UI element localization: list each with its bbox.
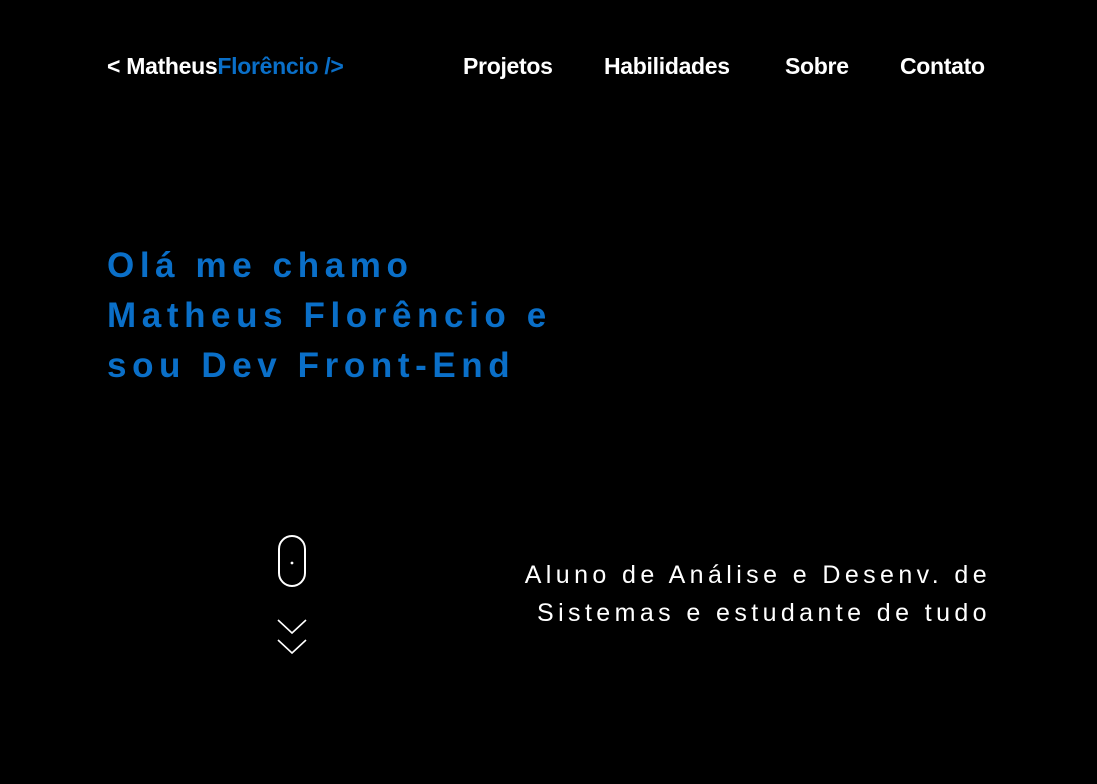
tagline-line: Aluno de Análise e Desenv. de bbox=[524, 561, 991, 589]
scroll-down-indicator[interactable] bbox=[277, 534, 307, 658]
main-nav: Projetos Habilidades Sobre Contato bbox=[0, 51, 1097, 81]
tagline-line: Sistemas e estudante de tudo bbox=[537, 599, 991, 627]
hero-line: Olá me chamo bbox=[107, 246, 414, 285]
nav-item-sobre[interactable]: Sobre bbox=[785, 51, 849, 81]
nav-item-contato[interactable]: Contato bbox=[900, 51, 985, 81]
tagline: Aluno de Análise e Desenv. de Sistemas e… bbox=[471, 556, 991, 632]
page: < MatheusFlorêncio /> Projetos Habilidad… bbox=[0, 0, 1097, 784]
nav-item-projetos[interactable]: Projetos bbox=[463, 51, 553, 81]
nav-item-habilidades[interactable]: Habilidades bbox=[604, 51, 730, 81]
double-chevron-down-icon bbox=[277, 619, 307, 655]
hero-line: sou Dev Front-End bbox=[107, 346, 516, 385]
hero-heading: Olá me chamo Matheus Florêncio e sou Dev… bbox=[107, 241, 627, 391]
mouse-icon bbox=[278, 535, 306, 587]
hero-line: Matheus Florêncio e bbox=[107, 296, 552, 335]
